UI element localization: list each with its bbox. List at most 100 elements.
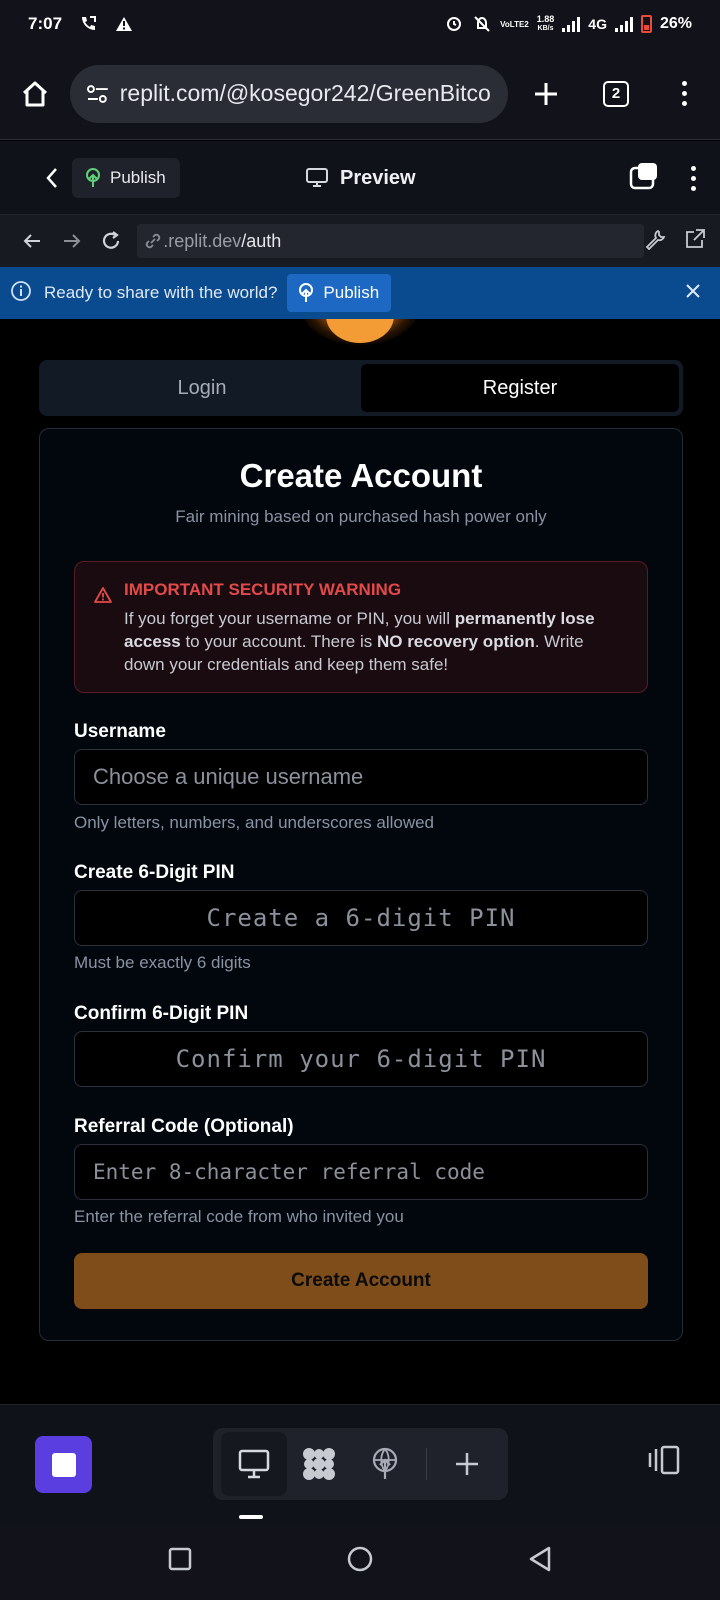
address-path: /auth <box>241 230 282 251</box>
volte-badge: VoLTE2 <box>500 19 529 29</box>
monitor-icon <box>238 1449 269 1479</box>
publish-icon <box>372 1447 397 1479</box>
security-warning: IMPORTANT SECURITY WARNING If you forget… <box>74 561 648 693</box>
agent-tool-button[interactable] <box>287 1428 353 1500</box>
back-button[interactable] <box>0 166 62 190</box>
devtools-toggle-button[interactable] <box>629 162 659 195</box>
card-title: Create Account <box>239 457 483 494</box>
banner-publish-button[interactable]: Publish <box>287 274 392 312</box>
stop-icon <box>51 1452 76 1477</box>
publish-icon <box>299 283 314 302</box>
username-label: Username <box>74 721 166 742</box>
reload-icon[interactable] <box>91 230 131 252</box>
layout-toggle-button[interactable] <box>646 1445 680 1480</box>
confirm-pin-label: Confirm 6-Digit PIN <box>74 1003 249 1024</box>
link-icon <box>146 233 161 249</box>
status-time: 7:07 <box>28 14 63 33</box>
create-account-button[interactable]: Create Account <box>74 1253 648 1309</box>
window-stack-icon <box>629 162 657 189</box>
browser-toolbar: replit.com/@kosegor242/GreenBitcoi 2 <box>0 48 720 140</box>
chevron-left-icon <box>46 167 57 188</box>
more-vert-icon <box>681 81 687 106</box>
header-publish-label: Publish <box>110 167 166 187</box>
publish-icon <box>86 167 100 187</box>
android-back-button[interactable] <box>528 1546 552 1577</box>
pin-hint: Must be exactly 6 digits <box>74 953 251 972</box>
username-input[interactable] <box>74 749 648 805</box>
home-button[interactable] <box>0 48 70 140</box>
replit-bottom-bar <box>0 1404 720 1522</box>
add-tool-button[interactable] <box>435 1428 501 1500</box>
signal-icon <box>562 16 581 32</box>
status-bar: 7:07 VoLTE2 1.88 KB/s 4G 26% <box>0 0 720 48</box>
circle-icon <box>347 1546 373 1571</box>
signal-2-icon <box>614 16 633 32</box>
warning-icon <box>114 14 134 34</box>
url-bar[interactable]: replit.com/@kosegor242/GreenBitcoi <box>70 64 508 123</box>
card-subtitle: Fair mining based on purchased hash powe… <box>175 507 547 526</box>
alarm-icon <box>444 14 464 34</box>
preview-tool-button[interactable] <box>221 1432 287 1496</box>
close-icon[interactable] <box>684 282 702 305</box>
plus-icon <box>535 82 557 105</box>
battery-icon <box>640 15 652 33</box>
header-publish-button[interactable]: Publish <box>72 157 180 198</box>
referral-label: Referral Code (Optional) <box>74 1116 294 1137</box>
nav-forward-icon[interactable] <box>52 232 92 250</box>
banner-publish-label: Publish <box>323 283 380 302</box>
address-domain: .replit.dev <box>163 230 242 251</box>
wrench-icon[interactable] <box>644 228 666 255</box>
site-settings-icon[interactable] <box>86 83 110 105</box>
info-icon <box>10 280 32 307</box>
active-tool-indicator <box>239 1515 263 1519</box>
warning-title: IMPORTANT SECURITY WARNING <box>124 580 402 599</box>
square-icon <box>168 1547 191 1570</box>
tool-divider <box>425 1448 427 1480</box>
auth-tabs: Login Register <box>39 360 683 416</box>
header-more-icon[interactable] <box>691 165 696 191</box>
network-speed: 1.88 KB/s <box>536 14 555 33</box>
tab-register[interactable]: Register <box>361 364 679 412</box>
tab-count: 2 <box>603 80 629 107</box>
triangle-back-icon <box>530 1546 551 1571</box>
monitor-icon <box>306 168 328 187</box>
call-forward-icon <box>78 14 98 34</box>
app-viewport: Login Register Create Account Fair minin… <box>0 319 720 1404</box>
nav-back-icon[interactable] <box>12 232 52 250</box>
warning-triangle-icon <box>93 586 113 609</box>
grid-blob-icon <box>303 1448 336 1480</box>
android-nav-bar <box>0 1522 720 1600</box>
replit-header: Publish Preview <box>0 141 720 215</box>
register-card: Create Account Fair mining based on purc… <box>39 428 683 1341</box>
pin-input[interactable] <box>74 890 648 946</box>
new-tab-button[interactable] <box>508 81 584 107</box>
publish-tool-button[interactable] <box>352 1428 418 1500</box>
banner-message: Ready to share with the world? <box>44 283 278 302</box>
publish-banner: Ready to share with the world? Publish <box>0 267 720 319</box>
open-external-icon[interactable] <box>684 228 706 255</box>
home-icon <box>22 81 48 106</box>
username-hint: Only letters, numbers, and underscores a… <box>74 813 435 832</box>
webview-address-bar[interactable]: .replit.dev/auth <box>137 224 644 258</box>
plus-icon <box>456 1453 479 1475</box>
android-home-button[interactable] <box>347 1546 373 1577</box>
tab-login[interactable]: Login <box>43 364 361 412</box>
panel-layout-icon <box>648 1445 680 1475</box>
tab-switcher-button[interactable]: 2 <box>584 80 648 107</box>
webview-nav: .replit.dev/auth <box>0 215 720 267</box>
confirm-pin-input[interactable] <box>74 1031 648 1087</box>
tool-switcher <box>213 1428 508 1500</box>
recents-button[interactable] <box>168 1547 192 1576</box>
preview-title[interactable]: Preview <box>306 141 416 215</box>
mute-icon <box>472 14 492 34</box>
browser-menu-button[interactable] <box>648 81 720 106</box>
warning-body: If you forget your username or PIN, you … <box>124 609 595 674</box>
referral-hint: Enter the referral code from who invited… <box>74 1207 404 1226</box>
referral-input[interactable] <box>74 1144 648 1200</box>
battery-percent: 26% <box>659 15 692 32</box>
pin-label: Create 6-Digit PIN <box>74 862 235 883</box>
network-type: 4G <box>588 16 607 32</box>
url-text[interactable]: replit.com/@kosegor242/GreenBitcoi <box>120 80 492 107</box>
stop-button[interactable] <box>35 1436 92 1493</box>
preview-title-label: Preview <box>340 166 416 189</box>
